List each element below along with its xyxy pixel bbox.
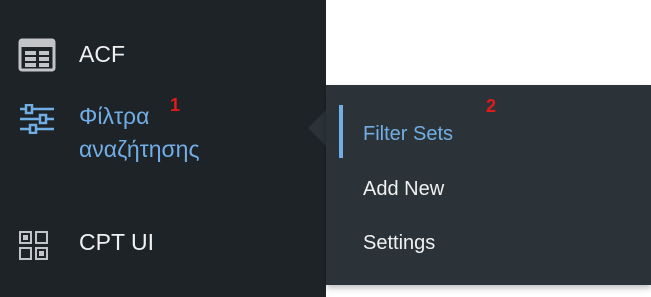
submenu-pointer (308, 110, 326, 146)
sliders-icon (18, 103, 56, 139)
annotation-badge: 2 (486, 96, 497, 116)
sidebar-item-cpt-ui[interactable]: CPT UI (0, 224, 326, 264)
table-grid-icon (18, 38, 56, 77)
annotation-badge: 1 (170, 95, 181, 115)
submenu-item-settings[interactable]: Settings (363, 230, 435, 256)
active-indicator (339, 105, 343, 158)
sidebar-item-label: ACF (79, 41, 125, 67)
sidebar-item-label-line2: αναζήτησης (79, 136, 200, 162)
sidebar-item-acf[interactable]: ACF (0, 36, 326, 76)
sidebar-item-search-filters[interactable]: Φίλτρα αναζήτησης 1 (0, 94, 326, 184)
sidebar-item-label-line1: Φίλτρα (79, 103, 150, 129)
flyout-submenu: Filter Sets 2 Add New Settings (326, 85, 651, 285)
sidebar-item-label: CPT UI (79, 229, 154, 255)
submenu-item-add-new[interactable]: Add New (363, 176, 444, 202)
admin-sidebar: ACF Φίλτρα αναζήτησης 1 CPT UI (0, 0, 326, 297)
squares-grid-icon (18, 230, 50, 267)
submenu-item-filter-sets[interactable]: Filter Sets (363, 121, 453, 147)
